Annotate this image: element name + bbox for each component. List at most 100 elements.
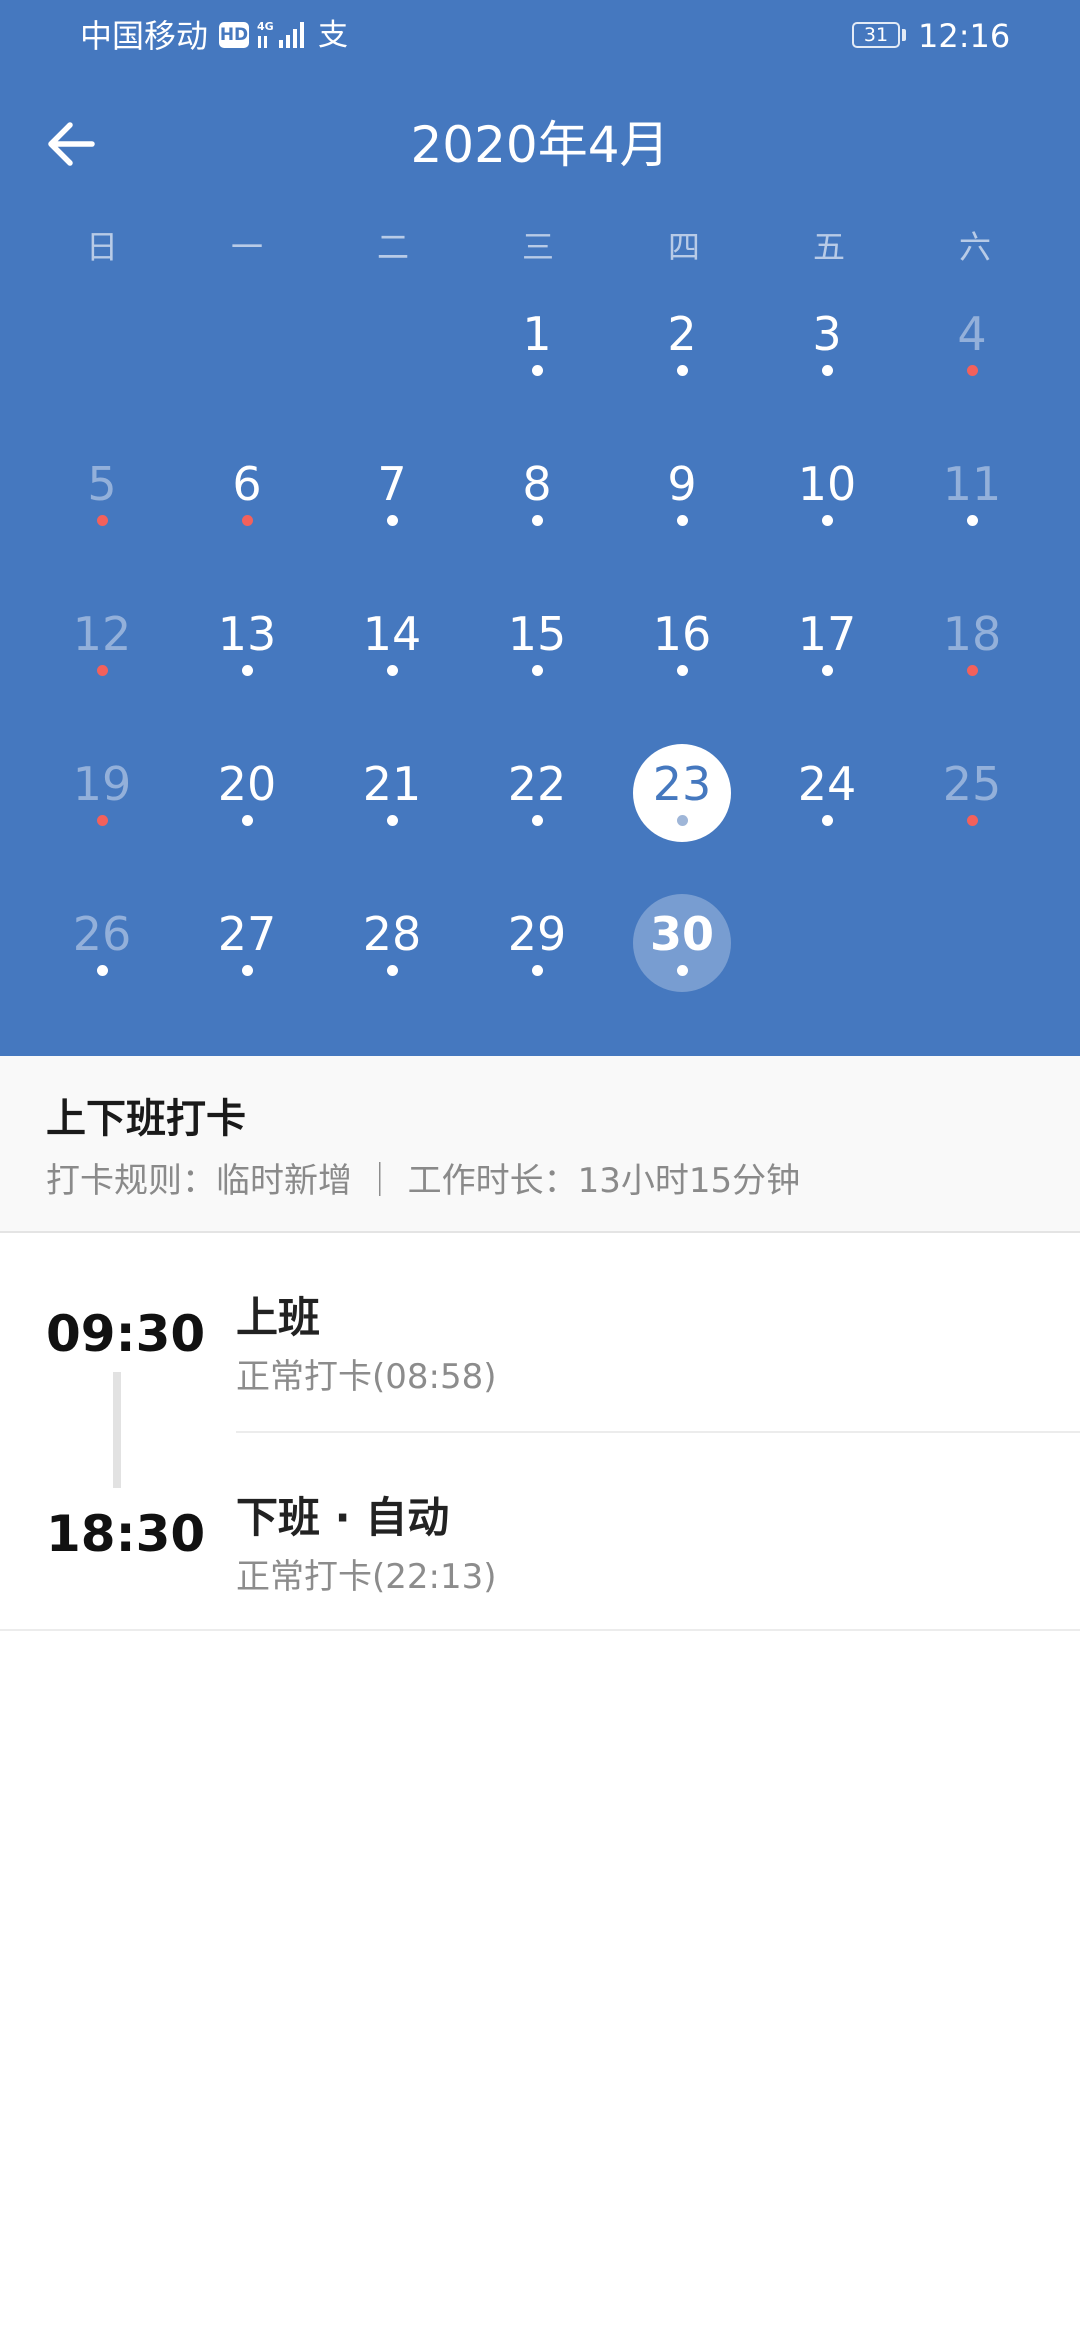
day-number: 1 <box>522 307 552 361</box>
record-dot <box>387 515 398 526</box>
day-number: 22 <box>507 757 567 811</box>
calendar-day[interactable]: 24 <box>767 728 887 858</box>
day-number: 24 <box>797 757 857 811</box>
record-dot <box>967 515 978 526</box>
day-number: 8 <box>522 457 552 511</box>
calendar-day[interactable]: 14 <box>332 578 452 708</box>
day-number: 12 <box>72 607 132 661</box>
record-dot <box>677 665 688 676</box>
record-detail: 正常打卡(22:13) <box>236 1557 497 1597</box>
rest-day-dot <box>242 515 253 526</box>
calendar-day[interactable]: 5 <box>42 428 162 558</box>
calendar-day[interactable]: 4 <box>912 278 1032 408</box>
day-number: 2 <box>667 307 697 361</box>
day-number: 15 <box>507 607 567 661</box>
record-dot <box>822 665 833 676</box>
rest-day-dot <box>97 515 108 526</box>
calendar-grid: 1 2 3 4 5 6 7 8 9 10 11 12 13 14 15 16 17 18 19 20 21 22 23 24 2… <box>0 0 1080 1056</box>
list-divider <box>0 1629 1080 1631</box>
day-number: 18 <box>942 607 1002 661</box>
day-number: 25 <box>942 757 1002 811</box>
calendar-day[interactable]: 16 <box>622 578 742 708</box>
calendar-day[interactable]: 19 <box>42 728 162 858</box>
clock-in-record[interactable]: 09:30 上班 正常打卡(08:58) <box>0 1232 1080 1432</box>
calendar-day[interactable]: 2 <box>622 278 742 408</box>
summary-rule: 打卡规则：临时新增 ｜ 工作时长：13小时15分钟 <box>46 1161 801 1201</box>
day-number: 9 <box>667 457 697 511</box>
calendar-day[interactable]: 28 <box>332 878 452 1008</box>
record-dot <box>532 965 543 976</box>
record-dot <box>387 965 398 976</box>
clock-out-record[interactable]: 18:30 下班 · 自动 正常打卡(22:13) <box>0 1432 1080 1632</box>
calendar-day[interactable]: 26 <box>42 878 162 1008</box>
day-number: 20 <box>217 757 277 811</box>
calendar-day[interactable]: 12 <box>42 578 162 708</box>
calendar-day[interactable]: 29 <box>477 878 597 1008</box>
record-dot <box>532 665 543 676</box>
record-dot <box>242 665 253 676</box>
day-number: 29 <box>507 907 567 961</box>
summary-title: 上下班打卡 <box>46 1096 246 1142</box>
record-dot <box>532 515 543 526</box>
day-number: 16 <box>652 607 712 661</box>
day-number: 17 <box>797 607 857 661</box>
record-dot <box>677 815 688 826</box>
day-number: 14 <box>362 607 422 661</box>
day-number: 10 <box>797 457 857 511</box>
calendar-day[interactable]: 11 <box>912 428 1032 558</box>
record-dot <box>532 365 543 376</box>
day-number: 23 <box>652 757 712 811</box>
record-dot <box>677 515 688 526</box>
calendar-day[interactable]: 20 <box>187 728 307 858</box>
record-time: 09:30 <box>46 1305 206 1363</box>
calendar-day[interactable]: 15 <box>477 578 597 708</box>
calendar-day[interactable]: 27 <box>187 878 307 1008</box>
attendance-summary: 上下班打卡 打卡规则：临时新增 ｜ 工作时长：13小时15分钟 <box>0 1056 1080 1233</box>
record-dot <box>242 815 253 826</box>
calendar-day[interactable]: 18 <box>912 578 1032 708</box>
calendar-day[interactable]: 3 <box>767 278 887 408</box>
calendar-day[interactable]: 7 <box>332 428 452 558</box>
rest-day-dot <box>97 665 108 676</box>
day-number: 7 <box>377 457 407 511</box>
day-number: 13 <box>217 607 277 661</box>
calendar-day[interactable]: 6 <box>187 428 307 558</box>
day-number: 30 <box>649 907 714 961</box>
rest-day-dot <box>967 665 978 676</box>
day-number: 26 <box>72 907 132 961</box>
record-dot <box>822 815 833 826</box>
day-number: 28 <box>362 907 422 961</box>
record-dot <box>242 965 253 976</box>
record-dot <box>677 365 688 376</box>
record-dot <box>822 365 833 376</box>
day-number: 11 <box>942 457 1002 511</box>
rest-day-dot <box>97 815 108 826</box>
calendar-day[interactable]: 22 <box>477 728 597 858</box>
rest-day-dot <box>967 815 978 826</box>
calendar-day[interactable]: 17 <box>767 578 887 708</box>
calendar-day[interactable]: 25 <box>912 728 1032 858</box>
calendar-day[interactable]: 9 <box>622 428 742 558</box>
calendar-day[interactable]: 1 <box>477 278 597 408</box>
record-detail: 正常打卡(08:58) <box>236 1357 497 1397</box>
record-dot <box>822 515 833 526</box>
day-number: 19 <box>72 757 132 811</box>
calendar-day[interactable]: 30 <box>622 878 742 1008</box>
calendar-day[interactable]: 10 <box>767 428 887 558</box>
calendar-day[interactable]: 8 <box>477 428 597 558</box>
day-number: 6 <box>232 457 262 511</box>
day-number: 5 <box>87 457 117 511</box>
day-number: 21 <box>362 757 422 811</box>
day-number: 4 <box>957 307 987 361</box>
record-dot <box>387 665 398 676</box>
record-time: 18:30 <box>46 1505 206 1563</box>
record-label: 下班 · 自动 <box>236 1493 450 1542</box>
calendar-day[interactable]: 23 <box>622 728 742 858</box>
day-number: 3 <box>812 307 842 361</box>
rest-day-dot <box>967 365 978 376</box>
record-label: 上班 <box>236 1293 321 1342</box>
calendar-day[interactable]: 13 <box>187 578 307 708</box>
day-number: 27 <box>217 907 277 961</box>
calendar-day[interactable]: 21 <box>332 728 452 858</box>
record-dot <box>677 965 688 976</box>
